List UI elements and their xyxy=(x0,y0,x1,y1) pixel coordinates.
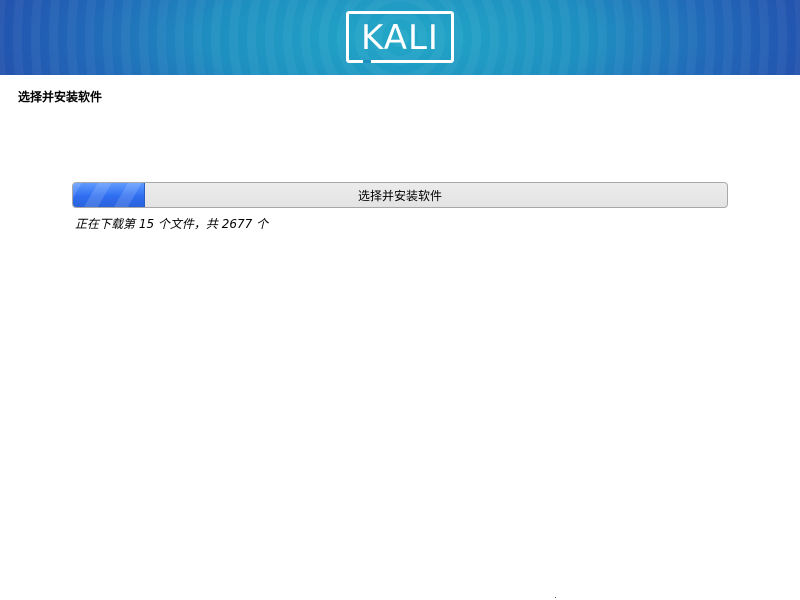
kali-logo: KALI xyxy=(346,11,454,63)
mouse-cursor-dot xyxy=(555,597,556,598)
kali-logo-text: KALI xyxy=(361,17,439,58)
install-progress-bar: 选择并安装软件 xyxy=(72,182,728,208)
installer-window: KALI 选择并安装软件 选择并安装软件 正在下载第 15 个文件，共 2677… xyxy=(0,0,800,600)
kali-banner: KALI xyxy=(0,0,800,75)
progress-bar-label: 选择并安装软件 xyxy=(357,188,442,203)
page-title: 选择并安装软件 xyxy=(18,90,103,104)
download-status-text: 正在下载第 15 个文件，共 2677 个 xyxy=(75,217,269,231)
